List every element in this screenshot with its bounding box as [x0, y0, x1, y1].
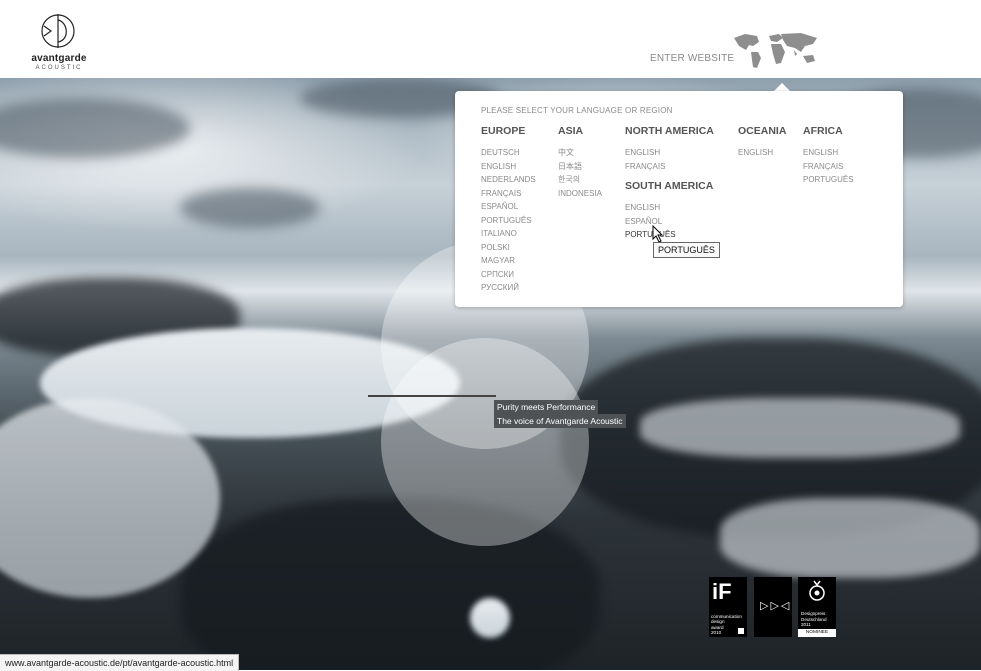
lang-link[interactable]: РУССКИЙ	[481, 281, 536, 295]
region-north-america: NORTH AMERICA ENGLISH FRANÇAIS	[625, 125, 714, 173]
region-title: NORTH AMERICA	[625, 125, 714, 137]
snow-field	[640, 398, 960, 458]
language-selector-panel: PLEASE SELECT YOUR LANGUAGE OR REGION EU…	[455, 91, 903, 307]
lang-link[interactable]: ENGLISH	[803, 146, 854, 160]
lang-link[interactable]: ENGLISH	[738, 146, 786, 160]
if-box-icon	[738, 628, 744, 634]
tagline-2: The voice of Avantgarde Acoustic	[494, 414, 626, 428]
region-africa: AFRICA ENGLISH FRANÇAIS PORTUGUÊS	[803, 125, 854, 187]
region-title: ASIA	[558, 125, 584, 137]
designpreis-badge: Designpreis Deutschland 2011 NOMINEE	[798, 577, 836, 637]
lang-link[interactable]: СРПСКИ	[481, 268, 536, 282]
award-text: Designpreis Deutschland 2011	[801, 611, 827, 627]
lang-link[interactable]: 한국의	[558, 173, 602, 187]
region-asia: ASIA 中文 日本語 한국의 INDONESIA	[558, 125, 602, 200]
designpreis-icon	[809, 580, 825, 601]
lang-link[interactable]: ITALIANO	[481, 227, 536, 241]
region-title: AFRICA	[803, 125, 843, 137]
german-design-council-badge: ▷▷◁	[754, 577, 792, 637]
nominee-label: NOMINEE	[798, 629, 836, 637]
lang-link[interactable]: DEUTSCH	[481, 146, 536, 160]
lang-link[interactable]: ENGLISH	[625, 146, 714, 160]
lang-link[interactable]: INDONESIA	[558, 187, 602, 201]
lang-link[interactable]: ESPAÑOL	[625, 215, 713, 229]
lang-link[interactable]: ENGLISH	[625, 201, 713, 215]
browser-status-bar: www.avantgarde-acoustic.de/pt/avantgarde…	[0, 654, 240, 671]
region-title: SOUTH AMERICA	[625, 180, 714, 192]
avantgarde-logo[interactable]: avantgarde ACOUSTIC	[24, 10, 94, 72]
brand-name: avantgarde	[31, 53, 87, 64]
snow-field	[720, 498, 980, 578]
lang-link[interactable]: POLSKI	[481, 241, 536, 255]
lang-link[interactable]: FRANÇAIS	[625, 160, 714, 174]
if-award-icon: iF	[712, 579, 732, 604]
header: avantgarde ACOUSTIC ENTER WEBSITE	[0, 0, 981, 78]
region-europe: EUROPE DEUTSCH ENGLISH NEDERLANDS FRANÇA…	[481, 125, 536, 295]
lang-link[interactable]: NEDERLANDS	[481, 173, 536, 187]
enter-website-link[interactable]: ENTER WEBSITE	[650, 53, 734, 64]
region-south-america: SOUTH AMERICA ENGLISH ESPAÑOL PORTUGUÊS	[625, 180, 713, 242]
lang-link-hovered[interactable]: PORTUGUÊS	[625, 228, 713, 242]
lang-link[interactable]: 日本語	[558, 160, 602, 174]
if-award-badge: iF communication design award 2010	[709, 577, 747, 637]
cloud	[180, 188, 320, 228]
region-title: OCEANIA	[738, 125, 787, 137]
mouse-cursor-icon	[652, 225, 664, 243]
tooltip: PORTUGUÊS	[653, 242, 720, 258]
award-line: 2010	[711, 629, 722, 635]
divider-line	[368, 395, 496, 397]
cloud	[0, 98, 190, 158]
horn-logo-icon	[41, 14, 75, 48]
brand-sub: ACOUSTIC	[35, 65, 83, 71]
award-line: 2011	[801, 621, 811, 627]
selector-prompt: PLEASE SELECT YOUR LANGUAGE OR REGION	[481, 106, 673, 115]
german-design-council-icon: ▷▷◁	[760, 600, 792, 612]
lang-link[interactable]: ESPAÑOL	[481, 200, 536, 214]
lang-link[interactable]: PORTUGUÊS	[481, 214, 536, 228]
lang-link[interactable]: PORTUGUÊS	[803, 173, 854, 187]
region-title: EUROPE	[481, 125, 526, 137]
tagline-1: Purity meets Performance	[494, 400, 599, 414]
region-oceania: OCEANIA ENGLISH	[738, 125, 786, 160]
frozen-lake	[470, 598, 510, 638]
decor-circle	[381, 338, 589, 546]
lang-link[interactable]: FRANÇAIS	[481, 187, 536, 201]
lang-link[interactable]: ENGLISH	[481, 160, 536, 174]
lang-link[interactable]: MAGYAR	[481, 254, 536, 268]
world-map-icon[interactable]	[731, 30, 821, 70]
lang-link[interactable]: FRANÇAIS	[803, 160, 854, 174]
lang-link[interactable]: 中文	[558, 146, 602, 160]
